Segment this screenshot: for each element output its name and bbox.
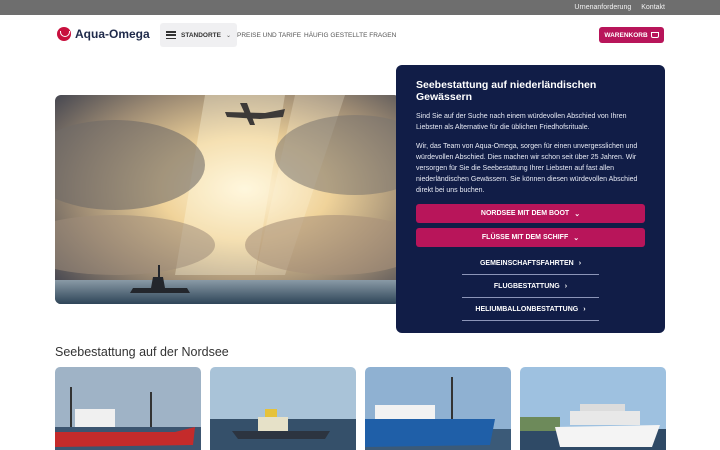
panel-body: Wir, das Team von Aqua-Omega, sorgen für… xyxy=(416,143,638,194)
hamburger-icon xyxy=(166,31,176,39)
north-sea-boat-button[interactable]: NORDSEE MIT DEM BOOT ⌄ xyxy=(416,204,645,223)
section-title: Seebestattung auf der Nordsee xyxy=(55,345,229,359)
flight-burial-link[interactable]: FLUGBESTATTUNG › xyxy=(462,275,599,298)
boat-card-3[interactable] xyxy=(365,367,511,450)
main-header: Aqua-Omega STANDORTE ⌄ PREISE UND TARIFE… xyxy=(0,15,720,57)
helium-balloon-link[interactable]: HELIUMBALLONBESTATTUNG › xyxy=(462,298,599,321)
rivers-ship-button[interactable]: FLÜSSE MIT DEM SCHIFF ⌄ xyxy=(416,228,645,247)
cart-button[interactable]: WARENKORB xyxy=(599,27,664,43)
group-trips-link[interactable]: GEMEINSCHAFTSFAHRTEN › xyxy=(462,252,599,275)
north-sea-boat-label: NORDSEE MIT DEM BOOT xyxy=(480,210,570,217)
urn-request-link[interactable]: Urnenanforderung xyxy=(574,4,631,11)
logo[interactable]: Aqua-Omega xyxy=(57,27,150,41)
helium-balloon-label: HELIUMBALLONBESTATTUNG xyxy=(475,305,579,313)
boat-card-4[interactable] xyxy=(520,367,666,450)
boat-card-2[interactable] xyxy=(210,367,356,450)
nav-faq[interactable]: HÄUFIG GESTELLTE FRAGEN xyxy=(304,32,396,39)
flight-burial-label: FLUGBESTATTUNG xyxy=(493,282,560,290)
hero-image xyxy=(55,95,400,304)
chevron-down-icon: ⌄ xyxy=(225,32,231,39)
chevron-right-icon: › xyxy=(583,305,586,313)
utility-bar: Urnenanforderung Kontakt xyxy=(0,0,720,15)
group-trips-label: GEMEINSCHAFTSFAHRTEN xyxy=(479,259,574,267)
logo-text: Aqua-Omega xyxy=(75,27,150,41)
panel-title: Seebestattung auf niederländischen Gewäs… xyxy=(416,79,597,103)
panel-intro: Sind Sie auf der Suche nach einem würdev… xyxy=(416,113,627,131)
boat-card-1[interactable] xyxy=(55,367,201,450)
basket-icon xyxy=(650,32,659,38)
chevron-down-icon: ⌄ xyxy=(574,210,581,218)
nav-prices[interactable]: PREISE UND TARIFE xyxy=(237,32,301,39)
contact-link[interactable]: Kontakt xyxy=(641,4,665,11)
cart-label: WARENKORB xyxy=(604,31,648,39)
intro-panel: Seebestattung auf niederländischen Gewäs… xyxy=(396,65,665,333)
logo-icon xyxy=(57,27,71,41)
chevron-right-icon: › xyxy=(578,259,582,267)
rivers-ship-label: FLÜSSE MIT DEM SCHIFF xyxy=(481,234,569,241)
chevron-right-icon: › xyxy=(564,282,568,290)
locations-menu-label: STANDORTE xyxy=(181,31,221,39)
locations-menu-button[interactable]: STANDORTE ⌄ xyxy=(160,23,237,47)
chevron-down-icon: ⌄ xyxy=(573,234,580,242)
